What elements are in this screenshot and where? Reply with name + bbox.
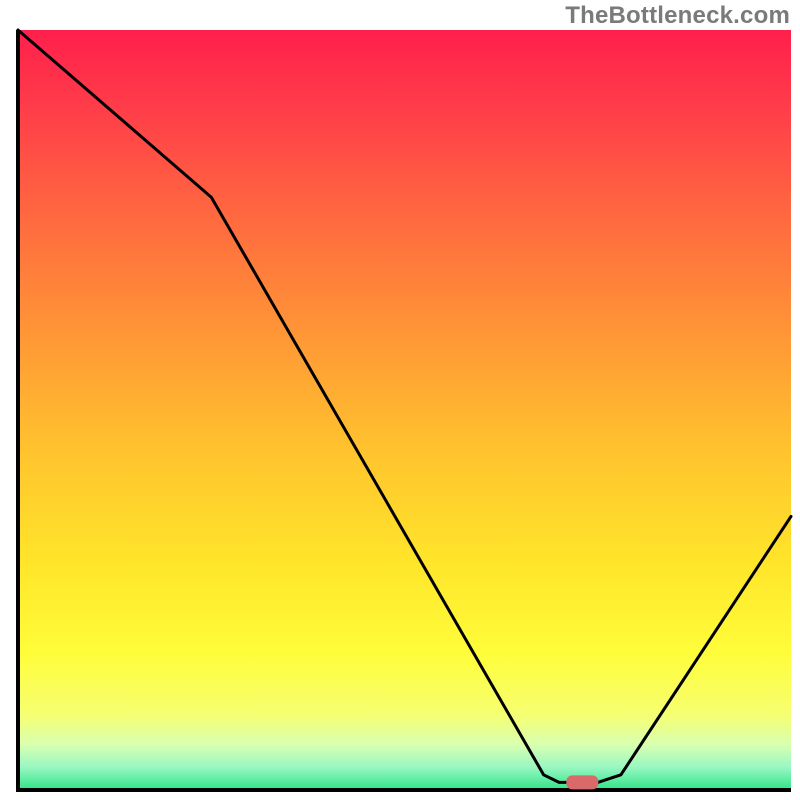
- plot-background: [18, 30, 791, 790]
- bottleneck-chart: TheBottleneck.com: [0, 0, 800, 800]
- recommended-marker: [566, 775, 598, 789]
- watermark-text: TheBottleneck.com: [565, 2, 790, 30]
- chart-svg: [0, 0, 800, 800]
